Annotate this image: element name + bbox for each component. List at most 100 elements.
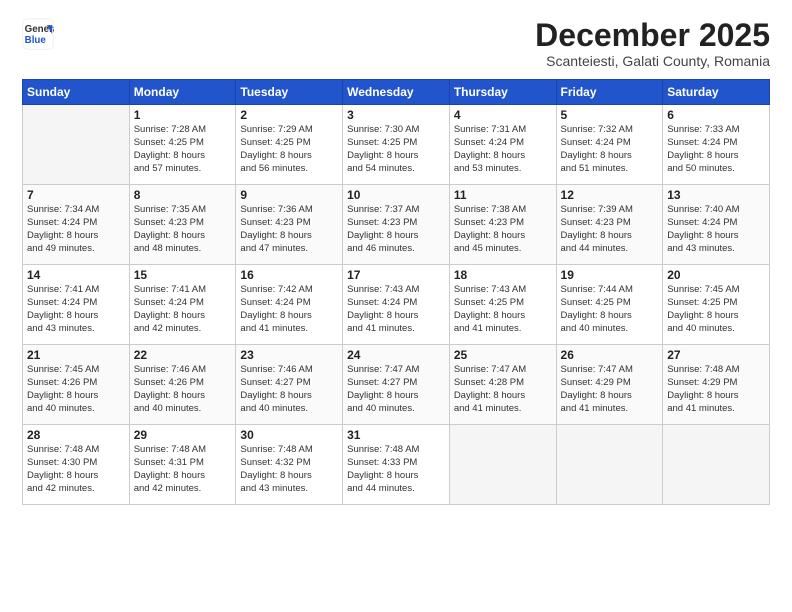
calendar-cell: 28 Sunrise: 7:48 AM Sunset: 4:30 PM Dayli… [23,425,130,505]
day-info: Sunrise: 7:46 AM Sunset: 4:26 PM Dayligh… [134,364,232,415]
day-number: 13 [667,188,765,202]
day-number: 19 [561,268,659,282]
day-info: Sunrise: 7:44 AM Sunset: 4:25 PM Dayligh… [561,284,659,335]
day-info: Sunrise: 7:45 AM Sunset: 4:26 PM Dayligh… [27,364,125,415]
calendar-cell [23,105,130,185]
day-info: Sunrise: 7:48 AM Sunset: 4:33 PM Dayligh… [347,444,445,495]
calendar-header-sunday: Sunday [23,80,130,105]
calendar-cell: 5 Sunrise: 7:32 AM Sunset: 4:24 PM Daylig… [556,105,663,185]
day-number: 29 [134,428,232,442]
calendar-week-row: 14Sunrise: 7:41 AM Sunset: 4:24 PM Dayli… [23,265,770,345]
day-info: Sunrise: 7:31 AM Sunset: 4:24 PM Dayligh… [454,124,552,175]
page: General Blue December 2025 Scanteiesti, … [0,0,792,612]
calendar-cell: 23 Sunrise: 7:46 AM Sunset: 4:27 PM Dayli… [236,345,343,425]
day-number: 4 [454,108,552,122]
day-info: Sunrise: 7:41 AM Sunset: 4:24 PM Dayligh… [134,284,232,335]
header: General Blue December 2025 Scanteiesti, … [22,18,770,69]
day-info: Sunrise: 7:48 AM Sunset: 4:31 PM Dayligh… [134,444,232,495]
calendar-cell: 11Sunrise: 7:38 AM Sunset: 4:23 PM Dayli… [449,185,556,265]
day-number: 7 [27,188,125,202]
day-number: 18 [454,268,552,282]
calendar-table: SundayMondayTuesdayWednesdayThursdayFrid… [22,79,770,505]
day-number: 26 [561,348,659,362]
calendar-header-wednesday: Wednesday [343,80,450,105]
day-info: Sunrise: 7:43 AM Sunset: 4:24 PM Dayligh… [347,284,445,335]
day-number: 9 [240,188,338,202]
day-number: 15 [134,268,232,282]
day-number: 1 [134,108,232,122]
calendar-cell: 3 Sunrise: 7:30 AM Sunset: 4:25 PM Daylig… [343,105,450,185]
day-info: Sunrise: 7:33 AM Sunset: 4:24 PM Dayligh… [667,124,765,175]
day-info: Sunrise: 7:28 AM Sunset: 4:25 PM Dayligh… [134,124,232,175]
day-number: 20 [667,268,765,282]
calendar-week-row: 1 Sunrise: 7:28 AM Sunset: 4:25 PM Daylig… [23,105,770,185]
svg-text:Blue: Blue [25,35,47,46]
day-info: Sunrise: 7:41 AM Sunset: 4:24 PM Dayligh… [27,284,125,335]
day-number: 25 [454,348,552,362]
day-info: Sunrise: 7:29 AM Sunset: 4:25 PM Dayligh… [240,124,338,175]
calendar-week-row: 21 Sunrise: 7:45 AM Sunset: 4:26 PM Dayli… [23,345,770,425]
month-title: December 2025 [535,18,770,53]
day-info: Sunrise: 7:47 AM Sunset: 4:28 PM Dayligh… [454,364,552,415]
day-number: 16 [240,268,338,282]
calendar-cell: 13Sunrise: 7:40 AM Sunset: 4:24 PM Dayli… [663,185,770,265]
day-number: 30 [240,428,338,442]
calendar-cell: 26 Sunrise: 7:47 AM Sunset: 4:29 PM Dayli… [556,345,663,425]
day-info: Sunrise: 7:30 AM Sunset: 4:25 PM Dayligh… [347,124,445,175]
day-info: Sunrise: 7:36 AM Sunset: 4:23 PM Dayligh… [240,204,338,255]
calendar-header-tuesday: Tuesday [236,80,343,105]
day-number: 3 [347,108,445,122]
day-number: 21 [27,348,125,362]
day-info: Sunrise: 7:39 AM Sunset: 4:23 PM Dayligh… [561,204,659,255]
calendar-cell: 9 Sunrise: 7:36 AM Sunset: 4:23 PM Daylig… [236,185,343,265]
day-number: 27 [667,348,765,362]
calendar-cell: 8 Sunrise: 7:35 AM Sunset: 4:23 PM Daylig… [129,185,236,265]
logo: General Blue [22,18,54,50]
calendar-cell: 15 Sunrise: 7:41 AM Sunset: 4:24 PM Dayli… [129,265,236,345]
day-info: Sunrise: 7:47 AM Sunset: 4:27 PM Dayligh… [347,364,445,415]
day-info: Sunrise: 7:46 AM Sunset: 4:27 PM Dayligh… [240,364,338,415]
calendar-cell: 18 Sunrise: 7:43 AM Sunset: 4:25 PM Dayli… [449,265,556,345]
calendar-cell: 10Sunrise: 7:37 AM Sunset: 4:23 PM Dayli… [343,185,450,265]
calendar-cell: 22 Sunrise: 7:46 AM Sunset: 4:26 PM Dayli… [129,345,236,425]
calendar-header-friday: Friday [556,80,663,105]
location: Scanteiesti, Galati County, Romania [535,53,770,69]
day-number: 10 [347,188,445,202]
title-block: December 2025 Scanteiesti, Galati County… [535,18,770,69]
calendar-cell: 6 Sunrise: 7:33 AM Sunset: 4:24 PM Daylig… [663,105,770,185]
day-number: 23 [240,348,338,362]
calendar-cell: 19 Sunrise: 7:44 AM Sunset: 4:25 PM Dayli… [556,265,663,345]
calendar-cell [663,425,770,505]
calendar-week-row: 28 Sunrise: 7:48 AM Sunset: 4:30 PM Dayli… [23,425,770,505]
day-info: Sunrise: 7:34 AM Sunset: 4:24 PM Dayligh… [27,204,125,255]
calendar-cell: 14Sunrise: 7:41 AM Sunset: 4:24 PM Dayli… [23,265,130,345]
day-info: Sunrise: 7:35 AM Sunset: 4:23 PM Dayligh… [134,204,232,255]
calendar-cell [556,425,663,505]
day-number: 17 [347,268,445,282]
calendar-cell: 4 Sunrise: 7:31 AM Sunset: 4:24 PM Daylig… [449,105,556,185]
calendar-cell: 24Sunrise: 7:47 AM Sunset: 4:27 PM Dayli… [343,345,450,425]
day-info: Sunrise: 7:47 AM Sunset: 4:29 PM Dayligh… [561,364,659,415]
day-number: 5 [561,108,659,122]
calendar-cell: 17 Sunrise: 7:43 AM Sunset: 4:24 PM Dayli… [343,265,450,345]
day-number: 2 [240,108,338,122]
calendar-cell: 2 Sunrise: 7:29 AM Sunset: 4:25 PM Daylig… [236,105,343,185]
day-info: Sunrise: 7:43 AM Sunset: 4:25 PM Dayligh… [454,284,552,335]
calendar-cell: 12 Sunrise: 7:39 AM Sunset: 4:23 PM Dayli… [556,185,663,265]
day-info: Sunrise: 7:42 AM Sunset: 4:24 PM Dayligh… [240,284,338,335]
day-info: Sunrise: 7:32 AM Sunset: 4:24 PM Dayligh… [561,124,659,175]
generalblue-logo-icon: General Blue [22,18,54,50]
day-info: Sunrise: 7:48 AM Sunset: 4:29 PM Dayligh… [667,364,765,415]
calendar-cell: 20 Sunrise: 7:45 AM Sunset: 4:25 PM Dayli… [663,265,770,345]
day-number: 6 [667,108,765,122]
day-number: 12 [561,188,659,202]
day-number: 28 [27,428,125,442]
calendar-cell [449,425,556,505]
day-number: 31 [347,428,445,442]
day-number: 22 [134,348,232,362]
day-info: Sunrise: 7:48 AM Sunset: 4:30 PM Dayligh… [27,444,125,495]
day-info: Sunrise: 7:45 AM Sunset: 4:25 PM Dayligh… [667,284,765,335]
day-number: 8 [134,188,232,202]
calendar-cell: 25 Sunrise: 7:47 AM Sunset: 4:28 PM Dayli… [449,345,556,425]
calendar-cell: 7 Sunrise: 7:34 AM Sunset: 4:24 PM Daylig… [23,185,130,265]
